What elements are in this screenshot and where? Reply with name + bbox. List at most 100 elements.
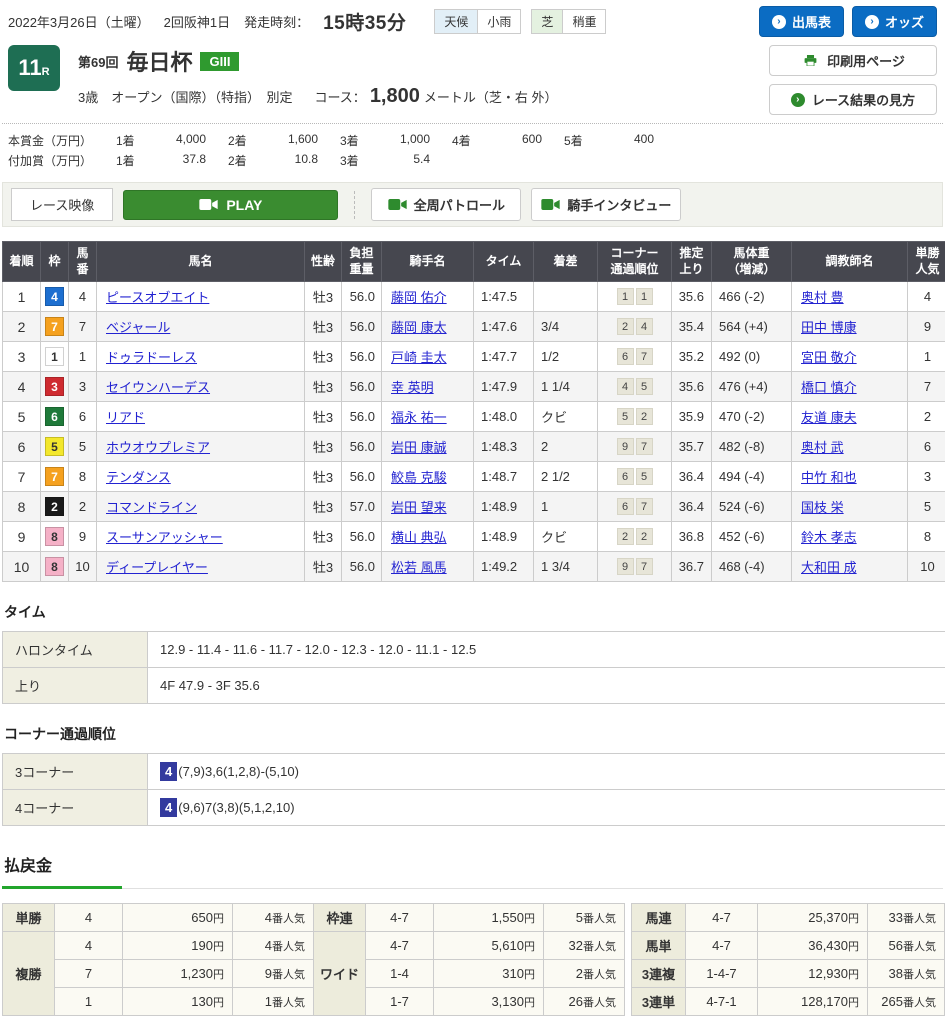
win-popularity: 10: [908, 552, 945, 582]
prize-value: 4,000: [150, 132, 206, 149]
trainer-link[interactable]: 奥村 豊: [801, 290, 844, 305]
payout-amount: 3,130円: [434, 988, 544, 1016]
play-video-button[interactable]: PLAY: [123, 190, 338, 220]
horse-link[interactable]: ホウオウプレミア: [106, 440, 210, 455]
margin: 2: [534, 432, 598, 462]
jockey-link[interactable]: 横山 典弘: [391, 530, 447, 545]
prize-value: 37.8: [150, 152, 206, 169]
horse-link[interactable]: ベジャール: [106, 320, 170, 335]
jockey-interview-button[interactable]: 騎手インタビュー: [531, 188, 681, 221]
race-title-line: 第69回 毎日杯 GIII: [78, 45, 558, 77]
trainer-link[interactable]: 田中 博康: [801, 320, 857, 335]
trainer-link[interactable]: 宮田 敬介: [801, 350, 857, 365]
carried-weight: 57.0: [342, 492, 382, 522]
last-3f: 35.6: [672, 282, 712, 312]
horse-link[interactable]: コマンドライン: [106, 500, 197, 515]
jockey-link[interactable]: 藤岡 康太: [391, 320, 447, 335]
horse-name-cell: ベジャール: [97, 312, 305, 342]
payout-amount: 1,550円: [434, 904, 544, 932]
patrol-video-button[interactable]: 全周パトロール: [371, 188, 521, 221]
going-badge: 芝 稍重: [531, 9, 606, 34]
payout-amount: 1,230円: [123, 960, 233, 988]
finish-time: 1:48.0: [474, 402, 534, 432]
weather-label: 天候: [435, 10, 478, 33]
frame-badge: 6: [45, 407, 64, 426]
horse-link[interactable]: スーサンアッシャー: [106, 530, 223, 545]
main-prize-label: 本賞金（万円）: [8, 132, 116, 149]
trainer-link[interactable]: 奥村 武: [801, 440, 844, 455]
horse-link[interactable]: テンダンス: [106, 470, 171, 485]
trainer-cell: 奥村 豊: [792, 282, 908, 312]
jockey-link[interactable]: 戸崎 圭太: [391, 350, 447, 365]
body-weight: 470 (-2): [712, 402, 792, 432]
prize-rank: 1着: [116, 152, 150, 169]
race-number-badge: 11 R: [8, 45, 60, 91]
finish-position: 3: [3, 342, 41, 372]
horse-link[interactable]: ディープレイヤー: [106, 560, 208, 575]
trainer-cell: 宮田 敬介: [792, 342, 908, 372]
horse-link[interactable]: ピースオブエイト: [106, 290, 209, 305]
jockey-link[interactable]: 岩田 康誠: [391, 440, 447, 455]
course-distance: 1,800: [370, 85, 420, 108]
payout-combination: 4-7: [366, 932, 434, 960]
entries-button[interactable]: › 出馬表: [759, 6, 844, 37]
horse-link[interactable]: リアド: [106, 410, 145, 425]
jockey-link[interactable]: 岩田 望来: [391, 500, 447, 515]
printer-icon: [801, 55, 820, 66]
payout-amount: 310円: [434, 960, 544, 988]
side-buttons: 印刷用ページ › レース結果の見方: [769, 45, 937, 115]
trainer-link[interactable]: 大和田 成: [801, 560, 857, 575]
win-popularity: 8: [908, 522, 945, 552]
payout-row: 3連複 1-4-7 12,930円 38番人気: [632, 960, 945, 988]
corner-order: 52: [598, 402, 672, 432]
trainer-link[interactable]: 中竹 和也: [801, 470, 857, 485]
trainer-link[interactable]: 橋口 慎介: [801, 380, 857, 395]
col-jockey: 騎手名: [382, 242, 474, 282]
trainer-link[interactable]: 鈴木 孝志: [801, 530, 857, 545]
corner-position: 1: [636, 288, 653, 305]
jockey-link[interactable]: 鮫島 克駿: [391, 470, 447, 485]
odds-button[interactable]: › オッズ: [852, 6, 937, 37]
bet-type-label: 馬連: [632, 904, 686, 932]
win-popularity: 5: [908, 492, 945, 522]
frame-badge: 3: [45, 377, 64, 396]
trainer-cell: 友道 康夫: [792, 402, 908, 432]
condition-badges: 天候 小雨 芝 稍重: [434, 9, 606, 34]
horse-name-cell: ドゥラドーレス: [97, 342, 305, 372]
finish-time: 1:47.6: [474, 312, 534, 342]
payout-amount: 12,930円: [758, 960, 868, 988]
results-guide-button[interactable]: › レース結果の見方: [769, 84, 937, 115]
carried-weight: 56.0: [342, 312, 382, 342]
finish-time: 1:48.7: [474, 462, 534, 492]
jockey-link[interactable]: 福永 祐一: [391, 410, 447, 425]
jockey-link[interactable]: 幸 英明: [391, 380, 434, 395]
result-row: 989スーサンアッシャー牡356.0横山 典弘1:48.9クビ2236.8452…: [3, 522, 945, 552]
entries-button-label: 出馬表: [792, 12, 831, 31]
payout-amount: 190円: [123, 932, 233, 960]
bet-type-label: 複勝: [3, 932, 55, 1016]
prize-value: 1,600: [262, 132, 318, 149]
prize-rank: 3着: [340, 132, 374, 149]
carried-weight: 56.0: [342, 522, 382, 552]
finish-time: 1:47.5: [474, 282, 534, 312]
margin: 1: [534, 492, 598, 522]
last-3f: 35.4: [672, 312, 712, 342]
print-page-button[interactable]: 印刷用ページ: [769, 45, 937, 76]
payout-title-underline: [2, 886, 943, 889]
corner-position: 5: [636, 468, 653, 485]
payout-row: 馬連 4-7 25,370円 33番人気: [632, 904, 945, 932]
horse-number: 5: [69, 432, 97, 462]
horse-link[interactable]: ドゥラドーレス: [106, 350, 197, 365]
frame-badge: 4: [45, 287, 64, 306]
trainer-link[interactable]: 友道 康夫: [801, 410, 857, 425]
carried-weight: 56.0: [342, 462, 382, 492]
added-prize-row: 付加賞（万円） 1着37.8 2着10.8 3着5.4: [8, 152, 937, 169]
jockey-link[interactable]: 藤岡 佑介: [391, 290, 447, 305]
jockey-link[interactable]: 松若 風馬: [391, 560, 447, 575]
trainer-link[interactable]: 国枝 栄: [801, 500, 844, 515]
horse-link[interactable]: セイウンハーデス: [106, 380, 210, 395]
carried-weight: 56.0: [342, 282, 382, 312]
agari-row: 上り 4F 47.9 - 3F 35.6: [3, 668, 945, 704]
corner-leader-badge: 4: [160, 762, 177, 781]
frame-cell: 8: [41, 522, 69, 552]
